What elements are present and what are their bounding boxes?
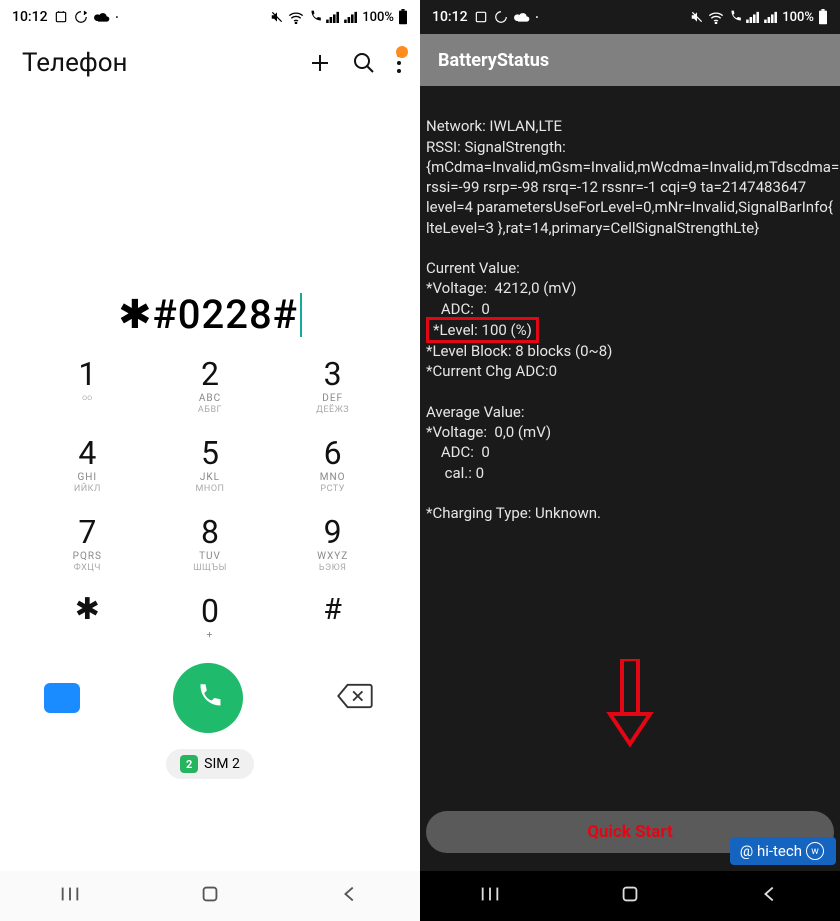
mute-icon xyxy=(270,10,284,24)
back-button[interactable] xyxy=(759,883,781,909)
text-cursor xyxy=(300,293,302,337)
sim-badge: 2 xyxy=(180,755,198,773)
recent-apps-button[interactable] xyxy=(59,883,81,909)
level-line: *Level: 100 (%) xyxy=(433,321,532,339)
battery-icon xyxy=(398,9,408,25)
more-options-button[interactable]: Н xyxy=(396,52,402,74)
key-1[interactable]: 1ᴼᴼ xyxy=(26,358,149,415)
call-button[interactable] xyxy=(173,663,243,733)
battery-status-screen: 10:12 • 100% BatteryStatus Network: IWLA… xyxy=(420,0,840,921)
current-value-header: Current Value: xyxy=(426,259,520,277)
more-badge: Н xyxy=(400,45,406,54)
app-header: Телефон Н xyxy=(0,34,420,88)
wifi-icon xyxy=(288,10,304,24)
screenshot-icon xyxy=(474,10,488,24)
key-0[interactable]: 0+ xyxy=(149,595,272,641)
avg-voltage-line: *Voltage: 0,0 (mV) xyxy=(426,423,551,441)
key-2[interactable]: 2ABCАБВГ xyxy=(149,358,272,415)
status-bar: 10:12 • 100% xyxy=(0,0,420,34)
annotation-arrow-icon xyxy=(605,659,655,749)
cloud-icon xyxy=(514,11,530,23)
battery-status-body: Network: IWLAN,LTE RSSI: SignalStrength:… xyxy=(420,86,840,811)
dialed-number-area: ✱#0228# xyxy=(0,88,420,358)
charging-type-line: *Charging Type: Unknown. xyxy=(426,504,601,522)
key-8[interactable]: 8TUVШЩЪЫ xyxy=(149,516,272,573)
back-button[interactable] xyxy=(339,883,361,909)
voltage-line: *Voltage: 4212,0 (mV) xyxy=(426,279,576,297)
add-contact-button[interactable] xyxy=(308,51,332,75)
key-9[interactable]: 9WXYZЬЭЮЯ xyxy=(271,516,394,573)
sim-label: SIM 2 xyxy=(204,756,240,772)
battery-percent: 100% xyxy=(362,10,394,25)
nav-bar xyxy=(0,871,420,921)
screen-title: BatteryStatus xyxy=(438,50,549,71)
signal-2-icon xyxy=(764,11,778,23)
status-bar: 10:12 • 100% xyxy=(420,0,840,34)
volte-icon xyxy=(308,10,322,24)
rssi-block: RSSI: SignalStrength:{mCdma=Invalid,mGsm… xyxy=(426,138,840,237)
cloud-icon xyxy=(94,11,110,23)
dot-icon: • xyxy=(536,13,539,22)
adc-line: ADC: 0 xyxy=(426,300,490,318)
sync-icon xyxy=(494,10,508,24)
nav-bar xyxy=(420,871,840,921)
search-button[interactable] xyxy=(352,51,376,75)
average-value-header: Average Value: xyxy=(426,403,524,421)
watermark-text: @ hi-tech xyxy=(740,842,802,860)
avg-adc-line: ADC: 0 xyxy=(426,443,490,461)
chg-adc-line: *Current Chg ADC:0 xyxy=(426,362,557,380)
battery-icon xyxy=(818,9,828,25)
home-button[interactable] xyxy=(199,883,221,909)
clock: 10:12 xyxy=(12,9,48,25)
sim-selector[interactable]: 2 SIM 2 xyxy=(166,749,254,779)
battery-status-header: BatteryStatus xyxy=(420,34,840,86)
avg-cal-line: cal.: 0 xyxy=(426,464,484,482)
home-button[interactable] xyxy=(619,883,641,909)
level-block-line: *Level Block: 8 blocks (0~8) xyxy=(426,342,612,360)
level-highlight: *Level: 100 (%) xyxy=(426,317,539,343)
dialed-number: ✱#0228# xyxy=(118,291,298,338)
key-hash[interactable]: # xyxy=(271,595,394,641)
battery-percent: 100% xyxy=(782,10,814,25)
key-star[interactable]: ✱ xyxy=(26,595,149,641)
app-title: Телефон xyxy=(22,48,128,78)
recent-apps-button[interactable] xyxy=(479,883,501,909)
dialer-bottom-row xyxy=(0,641,420,741)
signal-1-icon xyxy=(746,11,760,23)
key-4[interactable]: 4GHIИЙКЛ xyxy=(26,437,149,494)
signal-2-icon xyxy=(344,11,358,23)
mute-icon xyxy=(690,10,704,24)
backspace-button[interactable] xyxy=(336,683,376,713)
volte-icon xyxy=(728,10,742,24)
watermark-vk-icon: w xyxy=(806,842,824,860)
network-line: Network: IWLAN,LTE xyxy=(426,117,562,135)
sync-icon xyxy=(74,10,88,24)
signal-1-icon xyxy=(326,11,340,23)
keypad: 1ᴼᴼ 2ABCАБВГ 3DEFДЕЁЖЗ 4GHIИЙКЛ 5JKLМНОП… xyxy=(0,358,420,641)
key-3[interactable]: 3DEFДЕЁЖЗ xyxy=(271,358,394,415)
dot-icon: • xyxy=(116,13,119,22)
key-5[interactable]: 5JKLМНОП xyxy=(149,437,272,494)
key-7[interactable]: 7PQRSФХЦЧ xyxy=(26,516,149,573)
key-6[interactable]: 6MNOРСТУ xyxy=(271,437,394,494)
phone-dialer-screen: 10:12 • 100% Телефон Н ✱#0 xyxy=(0,0,420,921)
video-call-button[interactable] xyxy=(44,683,80,713)
watermark-badge: @ hi-tech w xyxy=(730,837,836,865)
screenshot-icon xyxy=(54,10,68,24)
wifi-icon xyxy=(708,10,724,24)
clock: 10:12 xyxy=(432,9,468,25)
